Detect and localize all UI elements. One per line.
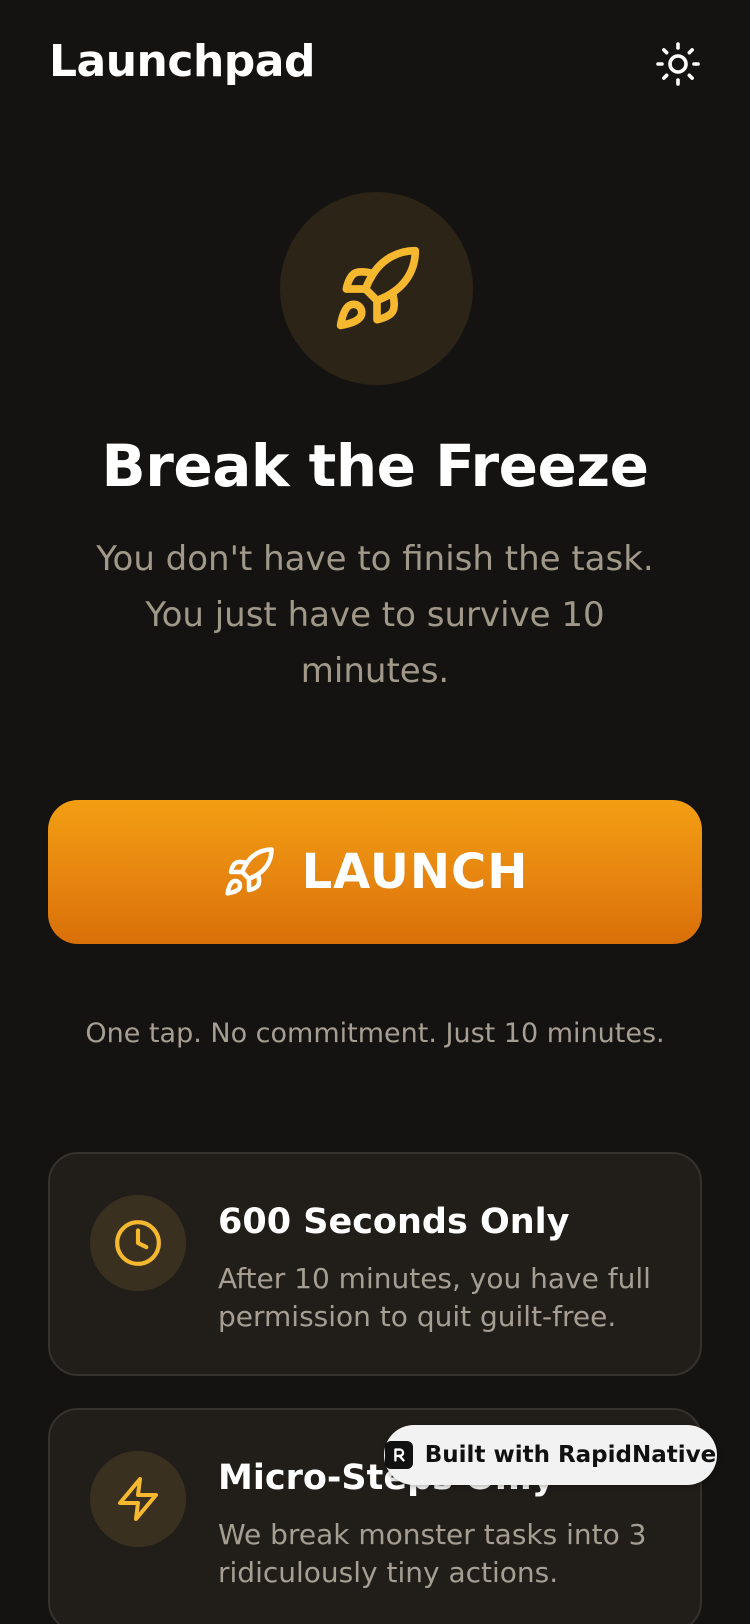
- hero-title: Break the Freeze: [101, 432, 649, 500]
- badge-label: Built with RapidNative: [424, 1442, 717, 1468]
- rocket-icon: [224, 847, 274, 896]
- rocket-icon: [336, 246, 419, 329]
- app-title: Launchpad: [49, 36, 315, 87]
- rapidnative-logo-icon: [384, 1441, 413, 1469]
- tagline: One tap. No commitment. Just 10 minutes.: [85, 1018, 665, 1049]
- clock-icon: [115, 1220, 161, 1266]
- feature-description: We break monster tasks into 3 ridiculous…: [218, 1518, 647, 1589]
- feature-icon-circle: [90, 1451, 186, 1547]
- theme-toggle-button[interactable]: [650, 36, 706, 92]
- launch-button[interactable]: LAUNCH: [48, 800, 702, 944]
- feature-card-600-seconds: 600 Seconds Only After 10 minutes, you h…: [48, 1152, 702, 1376]
- sun-icon: [656, 42, 700, 86]
- hero-subtitle: You don't have to finish the task. You j…: [96, 539, 654, 691]
- feature-title: 600 Seconds Only: [218, 1202, 570, 1242]
- feature-description: After 10 minutes, you have full permissi…: [218, 1262, 651, 1333]
- built-with-badge[interactable]: Built with RapidNative: [384, 1425, 717, 1485]
- hero-icon-circle: [280, 192, 473, 385]
- feature-icon-circle: [90, 1195, 186, 1291]
- lightning-icon: [118, 1477, 158, 1521]
- launchpad-screen: Launchpad Break the Freeze You don't hav…: [0, 0, 750, 1624]
- launch-button-label: LAUNCH: [301, 844, 529, 900]
